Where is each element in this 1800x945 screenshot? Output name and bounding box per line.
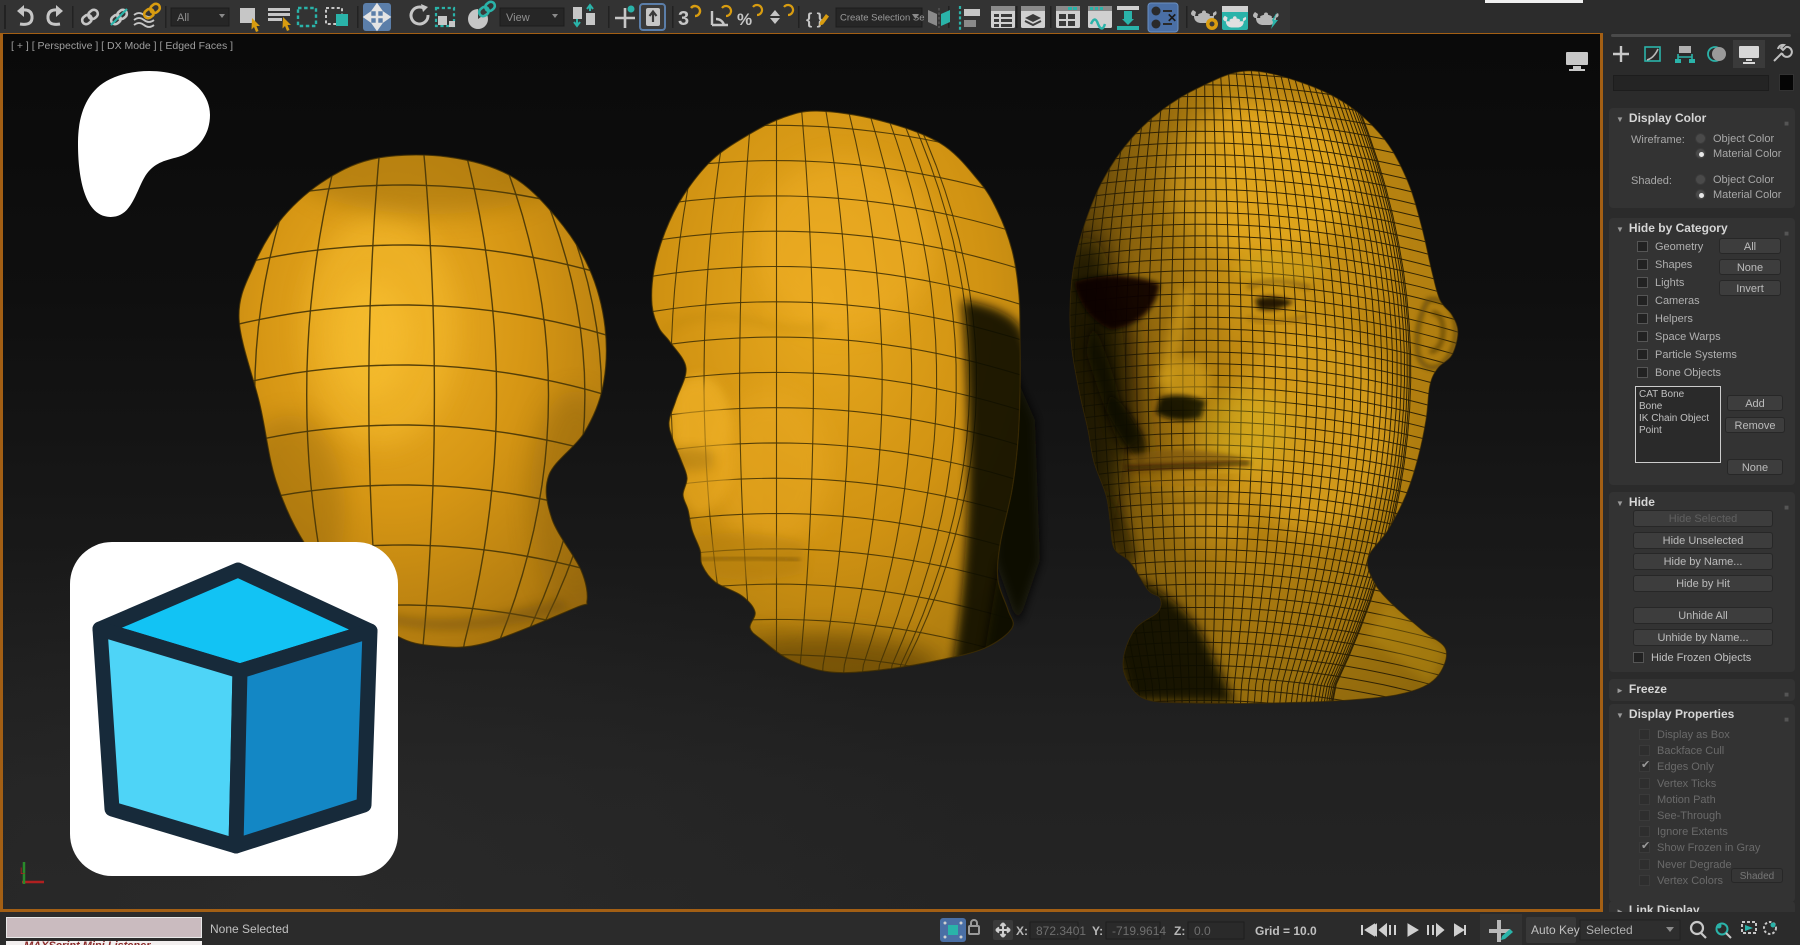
svg-text:Selected: Selected bbox=[1586, 923, 1633, 937]
svg-text:0.0: 0.0 bbox=[1194, 924, 1211, 938]
svg-text:3: 3 bbox=[678, 8, 689, 30]
svg-text:Auto Key: Auto Key bbox=[1531, 923, 1580, 937]
svg-text:872.3401: 872.3401 bbox=[1036, 924, 1086, 938]
svg-text:Create Selection Se: Create Selection Se bbox=[840, 13, 925, 24]
svg-text:Grid = 10.0: Grid = 10.0 bbox=[1255, 924, 1317, 938]
svg-text:Y:: Y: bbox=[1092, 924, 1103, 938]
svg-text:Z:: Z: bbox=[1174, 924, 1185, 938]
svg-text:-719.9614: -719.9614 bbox=[1112, 924, 1166, 938]
svg-text:L: L bbox=[20, 866, 25, 876]
svg-text:View: View bbox=[506, 12, 530, 24]
svg-text:{ }: { } bbox=[806, 11, 823, 28]
svg-text:All: All bbox=[177, 12, 189, 24]
svg-text:X:: X: bbox=[1016, 924, 1028, 938]
svg-text:✕: ✕ bbox=[1167, 11, 1177, 25]
svg-text:%: % bbox=[737, 10, 752, 29]
